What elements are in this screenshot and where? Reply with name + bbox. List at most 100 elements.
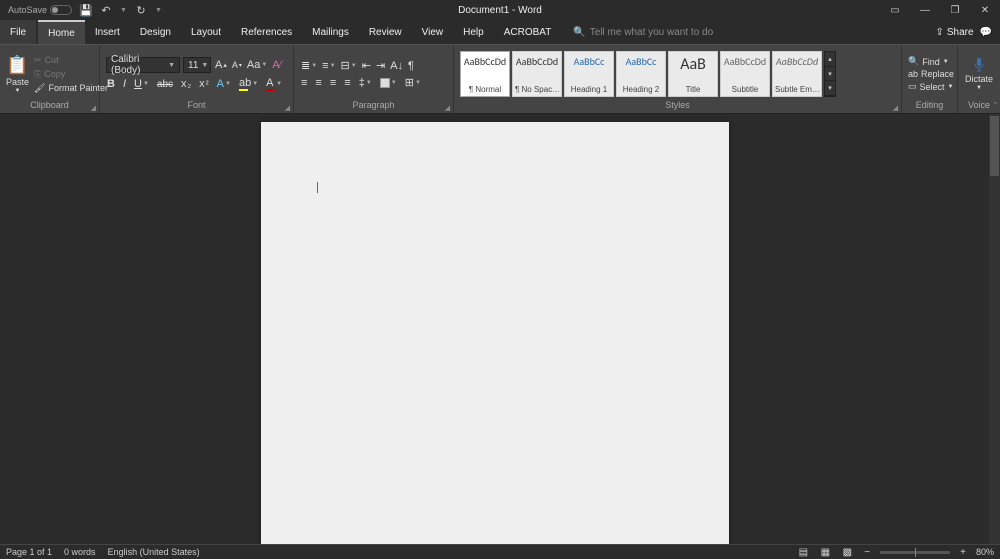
find-icon: 🔍 [908, 56, 919, 67]
decrease-indent-button[interactable]: ⇤ [361, 59, 372, 72]
style-no-spacing[interactable]: AaBbCcDd¶ No Spac… [512, 51, 562, 97]
bold-button[interactable]: B [106, 78, 116, 90]
clear-formatting-button[interactable]: A⁄ [271, 59, 282, 71]
page[interactable] [261, 122, 729, 544]
status-language[interactable]: English (United States) [108, 547, 200, 557]
collapse-ribbon-button[interactable]: ˆ [994, 101, 997, 111]
align-center-button[interactable]: ≡ [314, 77, 322, 89]
share-label: Share [947, 27, 974, 38]
italic-button[interactable]: I [122, 78, 127, 90]
show-marks-button[interactable]: ¶ [407, 60, 415, 72]
tab-help[interactable]: Help [453, 20, 494, 44]
paragraph-group-label: Paragraph [352, 100, 394, 110]
scrollbar-thumb[interactable] [990, 116, 999, 176]
select-label: Select [920, 82, 945, 92]
zoom-level[interactable]: 80% [976, 547, 994, 557]
style-subtle-emphasis[interactable]: AaBbCcDdSubtle Em… [772, 51, 822, 97]
numbering-button[interactable]: ≡▼ [321, 60, 336, 72]
font-name-dropdown[interactable]: Calibri (Body)▼ [106, 57, 180, 73]
qat-customize-icon[interactable]: ▼ [155, 7, 162, 14]
autosave-label: AutoSave [8, 5, 47, 15]
ribbon-display-options[interactable]: ▭ [880, 0, 910, 20]
tab-insert[interactable]: Insert [85, 20, 130, 44]
shading-button[interactable]: ▼ [379, 78, 398, 88]
paragraph-launcher[interactable]: ◢ [445, 104, 450, 112]
replace-button[interactable]: abReplace [908, 69, 954, 79]
tab-references[interactable]: References [231, 20, 302, 44]
tab-review[interactable]: Review [359, 20, 412, 44]
tell-me-search[interactable]: 🔍 Tell me what you want to do [561, 20, 713, 44]
find-button[interactable]: 🔍Find▼ [908, 56, 954, 67]
justify-button[interactable]: ≡ [343, 77, 351, 89]
gallery-down-button[interactable]: ▾ [825, 67, 835, 82]
align-left-button[interactable]: ≡ [300, 77, 308, 89]
tab-acrobat[interactable]: ACROBAT [494, 20, 562, 44]
print-layout-button[interactable]: ▦ [818, 546, 832, 558]
vertical-scrollbar[interactable] [989, 114, 1000, 544]
group-font: Calibri (Body)▼ 11▼ A▴ A▾ Aa▼ A⁄ B I U▼ … [100, 45, 294, 113]
share-button[interactable]: ⇪ Share [935, 27, 973, 38]
shrink-font-button[interactable]: A▾ [231, 60, 243, 70]
text-effects-button[interactable]: A▼ [216, 78, 232, 90]
autosave-toggle[interactable]: AutoSave [8, 5, 72, 15]
select-button[interactable]: ▭Select▼ [908, 81, 954, 92]
tab-mailings[interactable]: Mailings [302, 20, 359, 44]
close-button[interactable]: ✕ [970, 0, 1000, 20]
line-spacing-button[interactable]: ‡▼ [358, 77, 373, 89]
paste-button[interactable]: 📋 Paste ▼ [6, 55, 29, 94]
superscript-button[interactable]: x² [198, 78, 210, 90]
align-right-button[interactable]: ≡ [329, 77, 337, 89]
style-subtitle[interactable]: AaBbCcDdSubtitle [720, 51, 770, 97]
borders-button[interactable]: ⊞▼ [404, 76, 422, 89]
clipboard-launcher[interactable]: ◢ [91, 104, 96, 112]
redo-icon[interactable]: ↻ [135, 4, 147, 16]
document-canvas[interactable] [0, 114, 989, 544]
group-paragraph: ≣▼ ≡▼ ⊟▼ ⇤ ⇥ A↓ ¶ ≡ ≡ ≡ ≡ ‡▼ ▼ ⊞▼ Paragr… [294, 45, 454, 113]
style-normal[interactable]: AaBbCcDd¶ Normal [460, 51, 510, 97]
zoom-slider[interactable] [880, 551, 950, 554]
multilevel-list-button[interactable]: ⊟▼ [340, 59, 358, 72]
dictate-button[interactable]: Dictate ▼ [964, 57, 994, 91]
cut-button[interactable]: ✂Cut [34, 55, 108, 66]
maximize-button[interactable]: ❐ [940, 0, 970, 20]
font-color-button[interactable]: A▼ [265, 77, 283, 91]
styles-launcher[interactable]: ◢ [893, 104, 898, 112]
styles-group-label: Styles [665, 100, 690, 110]
zoom-in-button[interactable]: + [958, 547, 968, 558]
grow-font-button[interactable]: A▴ [214, 59, 228, 71]
status-word-count[interactable]: 0 words [64, 547, 96, 557]
tab-file[interactable]: File [0, 20, 36, 44]
subscript-button[interactable]: x₂ [180, 78, 192, 90]
change-case-button[interactable]: Aa▼ [246, 59, 268, 71]
comments-icon[interactable]: 💬 [980, 27, 992, 38]
undo-icon[interactable]: ↶ [100, 4, 112, 16]
tab-view[interactable]: View [412, 20, 454, 44]
gallery-up-button[interactable]: ▴ [825, 52, 835, 67]
font-launcher[interactable]: ◢ [285, 104, 290, 112]
web-layout-button[interactable]: ▩ [840, 546, 854, 558]
save-icon[interactable]: 💾 [80, 4, 92, 16]
highlight-button[interactable]: ab▼ [238, 77, 259, 91]
search-icon: 🔍 [573, 27, 585, 38]
tab-layout[interactable]: Layout [181, 20, 231, 44]
gallery-more-button[interactable]: ▾ [825, 81, 835, 96]
minimize-button[interactable]: — [910, 0, 940, 20]
tab-design[interactable]: Design [130, 20, 181, 44]
find-label: Find [922, 57, 940, 67]
strikethrough-button[interactable]: abc [156, 79, 174, 90]
zoom-out-button[interactable]: − [862, 547, 872, 558]
sort-button[interactable]: A↓ [389, 60, 404, 72]
style-heading1[interactable]: AaBbCcHeading 1 [564, 51, 614, 97]
style-title[interactable]: AaBTitle [668, 51, 718, 97]
read-mode-button[interactable]: ▤ [796, 546, 810, 558]
format-painter-button[interactable]: 🖌Format Painter [34, 83, 108, 94]
underline-button[interactable]: U▼ [133, 78, 150, 90]
bullets-button[interactable]: ≣▼ [300, 59, 318, 72]
tab-home[interactable]: Home [38, 20, 85, 44]
style-heading2[interactable]: AaBbCcHeading 2 [616, 51, 666, 97]
copy-button[interactable]: ⎘Copy [34, 69, 108, 80]
status-page[interactable]: Page 1 of 1 [6, 547, 52, 557]
undo-dropdown-icon[interactable]: ▼ [120, 7, 127, 14]
increase-indent-button[interactable]: ⇥ [375, 59, 386, 72]
font-size-dropdown[interactable]: 11▼ [183, 57, 211, 73]
